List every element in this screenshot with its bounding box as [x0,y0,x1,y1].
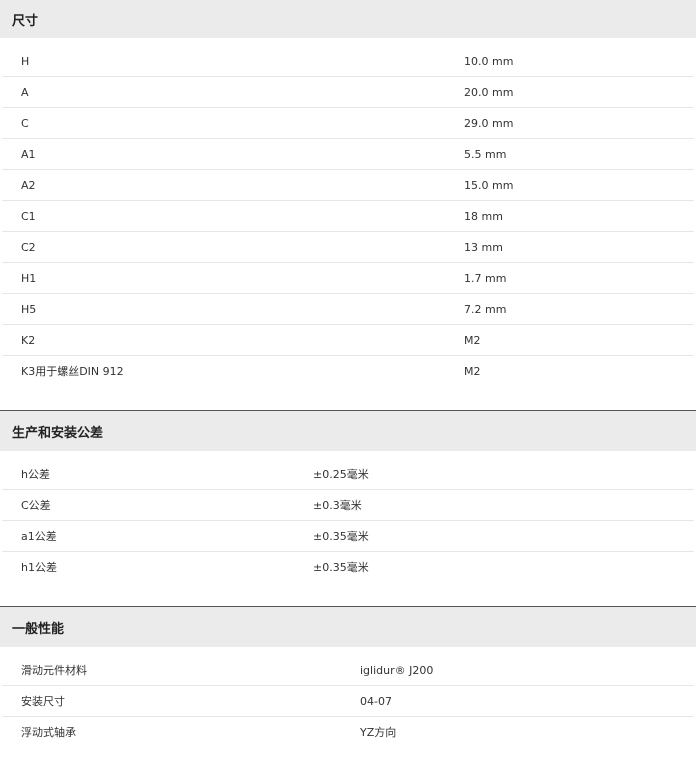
table-row: h1公差 ±0.35毫米 [2,552,694,583]
section-header-general: 一般性能 [0,607,696,647]
table-row: C 29.0 mm [2,108,694,139]
table-row: A2 15.0 mm [2,170,694,201]
table-row: A 20.0 mm [2,77,694,108]
row-key: A2 [21,179,36,192]
row-value: 10.0 mm [464,55,514,68]
row-value: 29.0 mm [464,117,514,130]
row-value: YZ方向 [360,726,397,739]
row-key: K3用于螺丝DIN 912 [21,365,124,378]
dimensions-table: H 10.0 mm A 20.0 mm C 29.0 mm A1 5.5 mm A2 15… [0,46,696,387]
row-key: H1 [21,272,37,285]
row-value: M2 [464,334,481,347]
row-key: H5 [21,303,37,316]
row-value: 5.5 mm [464,148,507,161]
table-row: h公差 ±0.25毫米 [2,459,694,490]
row-key: A [21,86,29,99]
table-row: C公差 ±0.3毫米 [2,490,694,521]
section-title: 尺寸 [12,13,39,29]
table-row: 安装尺寸 04-07 [2,686,694,717]
table-row: 滑动元件材料 iglidur® J200 [2,655,694,686]
row-value: ±0.3毫米 [313,499,362,512]
table-row: a1公差 ±0.35毫米 [2,521,694,552]
row-key: h公差 [21,468,50,481]
row-value: ±0.35毫米 [313,561,369,574]
row-value: iglidur® J200 [360,664,434,677]
row-key: h1公差 [21,561,57,574]
row-value: ±0.25毫米 [313,468,369,481]
row-key: K2 [21,334,36,347]
table-row: H1 1.7 mm [2,263,694,294]
row-key: C [21,117,29,130]
row-key: A1 [21,148,36,161]
table-row: C2 13 mm [2,232,694,263]
row-key: 浮动式轴承 [21,726,76,739]
row-key: C2 [21,241,36,254]
row-value: 04-07 [360,695,392,708]
row-key: C公差 [21,499,51,512]
row-value: 7.2 mm [464,303,507,316]
row-key: 安装尺寸 [21,695,65,708]
table-row: A1 5.5 mm [2,139,694,170]
row-key: H [21,55,30,68]
table-row: H5 7.2 mm [2,294,694,325]
row-key: a1公差 [21,530,57,543]
section-header-dimensions: 尺寸 [0,0,696,38]
table-row: H 10.0 mm [2,46,694,77]
row-value: ±0.35毫米 [313,530,369,543]
row-value: 1.7 mm [464,272,507,285]
row-value: 13 mm [464,241,503,254]
row-value: M2 [464,365,481,378]
section-title: 生产和安装公差 [12,425,104,441]
row-key: 滑动元件材料 [21,664,87,677]
row-key: C1 [21,210,36,223]
row-value: 18 mm [464,210,503,223]
table-row: K3用于螺丝DIN 912 M2 [2,356,694,387]
table-row: 浮动式轴承 YZ方向 [2,717,694,748]
table-row: C1 18 mm [2,201,694,232]
table-row: K2 M2 [2,325,694,356]
section-title: 一般性能 [12,621,65,637]
tolerances-table: h公差 ±0.25毫米 C公差 ±0.3毫米 a1公差 ±0.35毫米 h1公差 ±0.… [0,459,696,583]
section-header-tolerances: 生产和安装公差 [0,411,696,451]
general-properties-table: 滑动元件材料 iglidur® J200 安装尺寸 04-07 浮动式轴承 YZ方向 [0,655,696,748]
row-value: 20.0 mm [464,86,514,99]
row-value: 15.0 mm [464,179,514,192]
